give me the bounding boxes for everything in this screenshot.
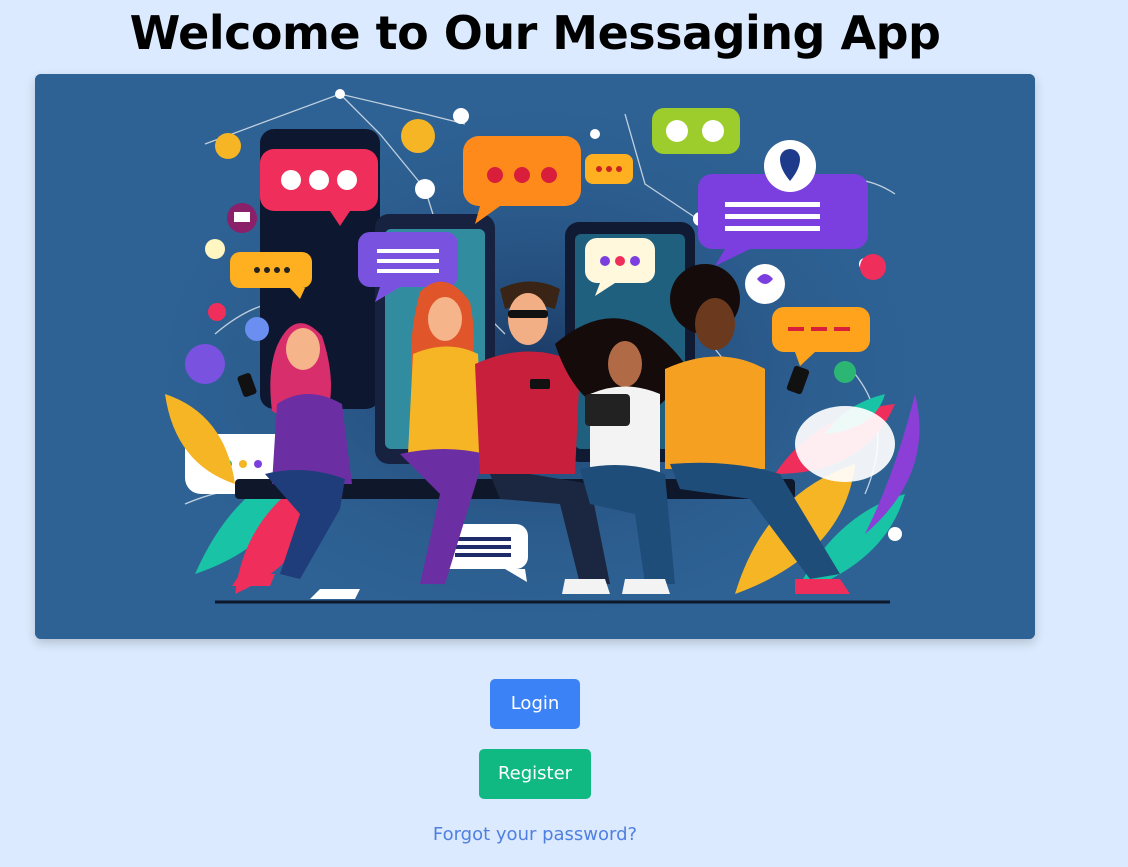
hero-illustration-art [35, 74, 1035, 639]
register-button[interactable]: Register [479, 749, 591, 799]
login-button[interactable]: Login [490, 679, 580, 729]
forgot-password-link[interactable]: Forgot your password? [0, 822, 1070, 848]
hero-illustration [35, 74, 1035, 639]
welcome-page: Welcome to Our Messaging App Login Regis… [0, 0, 1128, 867]
page-title: Welcome to Our Messaging App [129, 6, 941, 60]
